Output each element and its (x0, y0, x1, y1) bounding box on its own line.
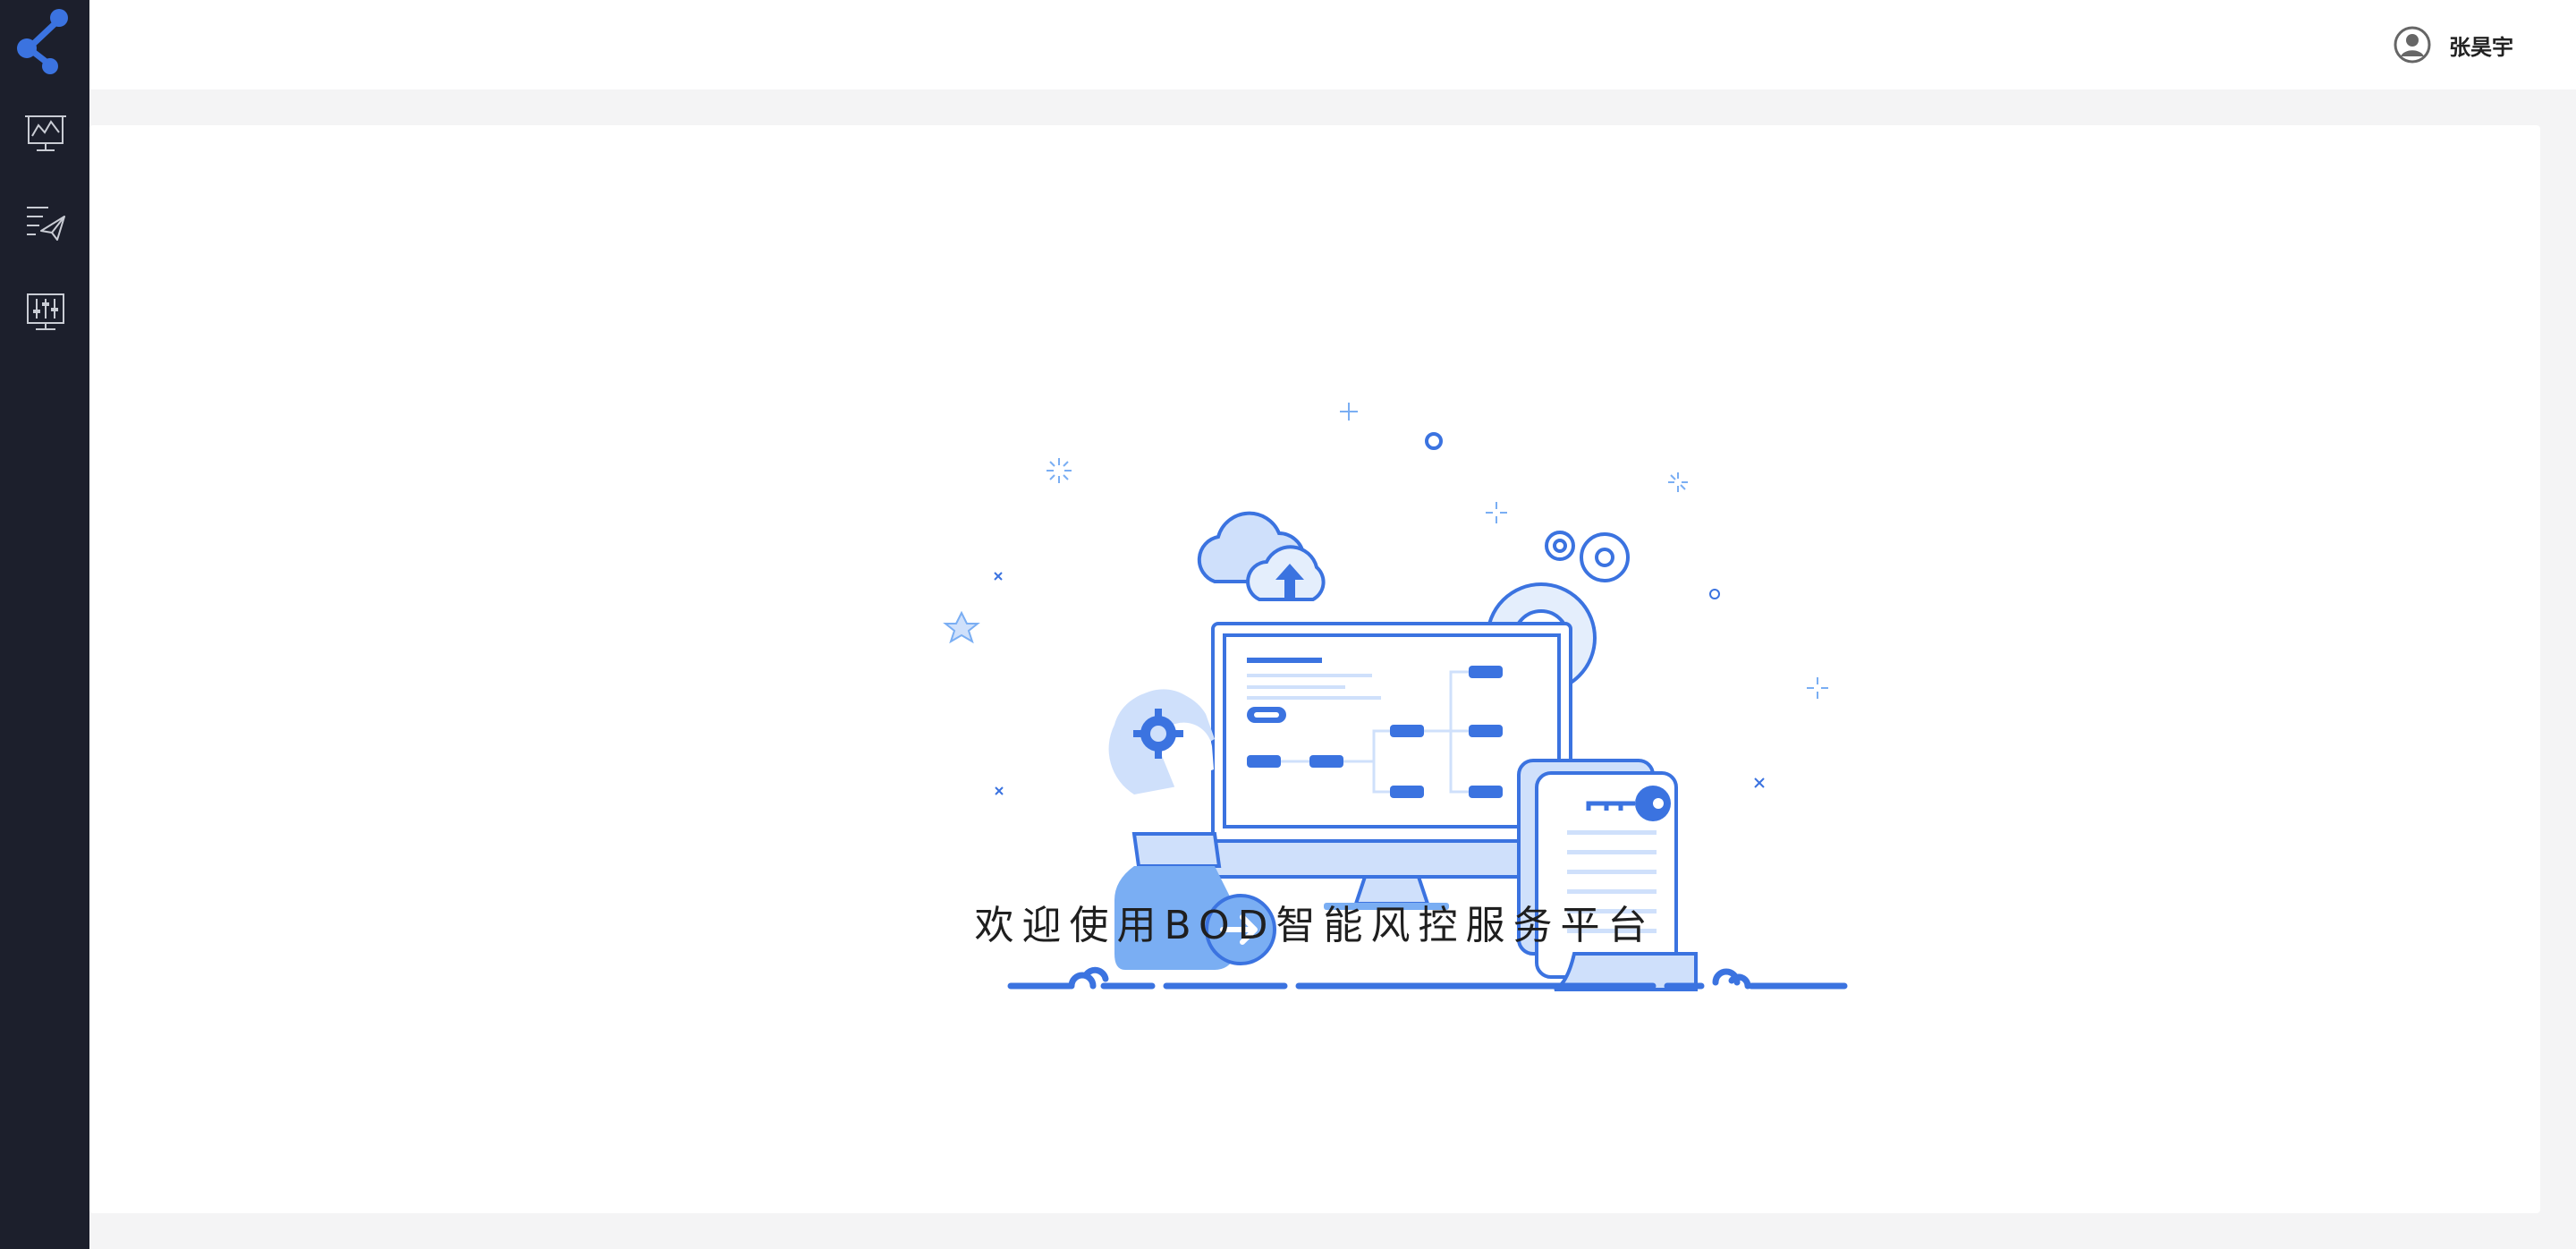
list-send-icon (27, 207, 65, 241)
monitor-chart-icon (25, 115, 66, 151)
sidebar-item-dashboard[interactable] (23, 111, 68, 156)
top-header: 张昊宇 (89, 0, 2576, 89)
sidebar (0, 0, 89, 1249)
monitor-sliders-icon (27, 293, 64, 330)
app-logo-icon[interactable] (16, 7, 73, 75)
user-menu[interactable]: 张昊宇 (2394, 24, 2513, 65)
sidebar-item-send[interactable] (23, 200, 68, 245)
user-avatar-icon (2394, 26, 2431, 64)
main-content: 欢迎使用BOD智能风控服务平台 (89, 125, 2540, 1213)
document-key-illustration (1517, 759, 1698, 991)
sidebar-item-settings[interactable] (23, 290, 68, 335)
cloud-upload-icon (1197, 511, 1326, 601)
ground-line (1007, 966, 1848, 990)
user-name: 张昊宇 (2449, 34, 2513, 60)
welcome-text: 欢迎使用BOD智能风控服务平台 (974, 903, 1656, 948)
